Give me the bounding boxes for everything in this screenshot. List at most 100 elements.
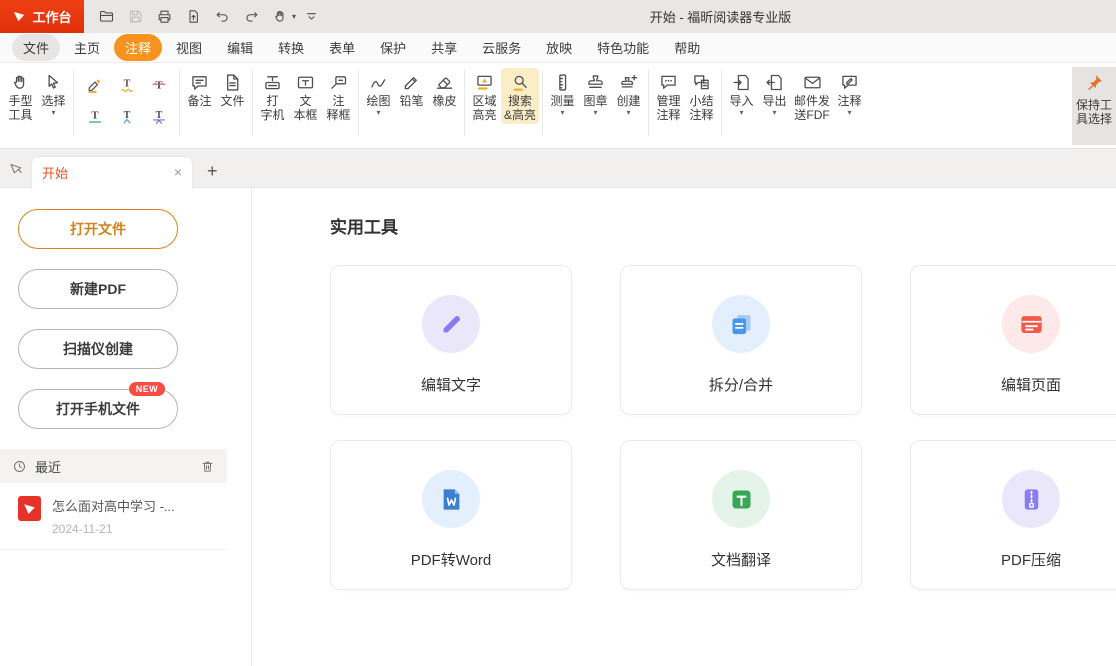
recent-file-item[interactable]: 怎么面对高中学习 -... 2024-11-21 bbox=[0, 483, 227, 550]
ribbon-group-drawing: 绘图 ▾ 铅笔 橡皮 bbox=[362, 68, 461, 119]
underline-icon[interactable]: T bbox=[81, 104, 108, 130]
dropdown-caret-icon: ▾ bbox=[848, 108, 852, 117]
export-icon[interactable] bbox=[179, 4, 207, 29]
ribbon-file-attachment-button[interactable]: 文件 bbox=[216, 68, 249, 110]
menu-featured[interactable]: 特色功能 bbox=[586, 34, 660, 61]
redo-icon[interactable] bbox=[237, 4, 265, 29]
recent-section-header: 最近 bbox=[0, 449, 227, 483]
menu-share[interactable]: 共享 bbox=[420, 34, 468, 61]
insert-text-icon[interactable]: T bbox=[113, 104, 140, 130]
tab-close-icon[interactable]: × bbox=[174, 165, 182, 179]
ribbon-stamp-button[interactable]: 图章 ▾ bbox=[579, 68, 612, 119]
tool-card-edit-text[interactable]: 编辑文字 bbox=[330, 265, 572, 415]
callout-icon bbox=[328, 70, 349, 94]
tool-card-translate[interactable]: 文档翻译 bbox=[620, 440, 862, 590]
trash-icon[interactable] bbox=[200, 459, 215, 474]
menu-form[interactable]: 表单 bbox=[318, 34, 366, 61]
ribbon-measure-button[interactable]: 测量 ▾ bbox=[546, 68, 579, 119]
start-page-icon bbox=[8, 160, 28, 180]
open-folder-icon[interactable] bbox=[92, 4, 120, 29]
hand-icon[interactable] bbox=[266, 4, 294, 29]
ribbon-tab-bar: 文件 主页 注释 视图 编辑 转换 表单 保护 共享 云服务 放映 特色功能 帮… bbox=[0, 33, 1116, 63]
ribbon-import-button[interactable]: 导入 ▾ bbox=[725, 68, 758, 119]
tool-card-split-merge[interactable]: 拆分/合并 bbox=[620, 265, 862, 415]
squiggly-underline-icon[interactable]: T bbox=[113, 72, 140, 98]
ribbon-area-highlight-button[interactable]: 区域高亮 bbox=[468, 68, 501, 124]
svg-text:T: T bbox=[123, 79, 130, 90]
menu-slideshow[interactable]: 放映 bbox=[535, 34, 583, 61]
ribbon-manage-comments-button[interactable]: 管理注释 bbox=[652, 68, 685, 124]
undo-icon[interactable] bbox=[208, 4, 236, 29]
ribbon-drawing-button[interactable]: 绘图 ▾ bbox=[362, 68, 395, 119]
keep-tool-selected-button[interactable]: 保持工具选择 bbox=[1072, 67, 1116, 145]
workspace-button-label: 工作台 bbox=[32, 7, 71, 26]
ribbon-pencil-button[interactable]: 铅笔 bbox=[395, 68, 428, 110]
svg-text:T: T bbox=[155, 110, 162, 121]
edit-pages-icon bbox=[1002, 295, 1060, 353]
quick-access-menu-icon[interactable] bbox=[297, 4, 325, 29]
pencil-icon bbox=[401, 70, 422, 94]
menu-cloud[interactable]: 云服务 bbox=[471, 34, 532, 61]
ribbon-group-stamps: 测量 ▾ 图章 ▾ 创建 ▾ bbox=[546, 68, 645, 119]
print-icon[interactable] bbox=[150, 4, 178, 29]
ribbon-group-import-export: 导入 ▾ 导出 ▾ 邮件发送FDF 注释 ▾ bbox=[725, 68, 866, 124]
replace-text-icon[interactable]: T bbox=[145, 104, 172, 130]
ribbon-summarize-comments-button[interactable]: 小结注释 bbox=[685, 68, 718, 124]
ribbon-divider bbox=[464, 70, 465, 136]
ribbon-toolbar: 手型工具 选择 ▾ T T T bbox=[0, 63, 1116, 149]
ribbon-create-button[interactable]: 创建 ▾ bbox=[612, 68, 645, 119]
ribbon-comments-button[interactable]: 注释 ▾ bbox=[833, 68, 866, 119]
foxit-logo-icon bbox=[12, 9, 27, 24]
save-icon[interactable] bbox=[121, 4, 149, 29]
comments-icon bbox=[839, 70, 860, 94]
clock-icon bbox=[12, 459, 27, 474]
title-bar: 工作台 ▾ bbox=[0, 0, 1116, 33]
manage-comments-icon bbox=[658, 70, 679, 94]
recent-file-name: 怎么面对高中学习 -... bbox=[52, 496, 175, 515]
window-title: 开始 - 福昕阅读器专业版 bbox=[325, 7, 1116, 26]
tool-card-label: 文档翻译 bbox=[711, 549, 771, 570]
menu-view[interactable]: 视图 bbox=[165, 34, 213, 61]
ribbon-search-highlight-button[interactable]: 搜索&高亮 bbox=[501, 68, 539, 124]
new-pdf-button[interactable]: 新建PDF bbox=[18, 269, 178, 309]
ribbon-select-button[interactable]: 选择 ▾ bbox=[37, 68, 70, 119]
menu-comments[interactable]: 注释 bbox=[114, 34, 162, 61]
ribbon-eraser-button[interactable]: 橡皮 bbox=[428, 68, 461, 110]
email-fdf-icon bbox=[802, 70, 823, 94]
ribbon-hand-tool-button[interactable]: 手型工具 bbox=[4, 68, 37, 124]
tool-card-compress[interactable]: PDF压缩 bbox=[910, 440, 1116, 590]
new-tab-button[interactable]: + bbox=[207, 162, 218, 180]
new-badge: NEW bbox=[129, 382, 165, 396]
menu-file[interactable]: 文件 bbox=[12, 34, 60, 61]
tool-card-pdf-to-word[interactable]: PDF转Word bbox=[330, 440, 572, 590]
start-page-body: 打开文件 新建PDF 扫描仪创建 打开手机文件 NEW 最近 bbox=[0, 188, 1116, 666]
area-highlight-icon bbox=[474, 70, 495, 94]
ribbon-textbox-button[interactable]: 文本框 bbox=[289, 68, 322, 124]
ribbon-export-button[interactable]: 导出 ▾ bbox=[758, 68, 791, 119]
ribbon-typewriter-button[interactable]: 打字机 bbox=[256, 68, 289, 124]
ribbon-email-fdf-button[interactable]: 邮件发送FDF bbox=[791, 68, 833, 124]
drawing-icon bbox=[368, 70, 389, 94]
ribbon-note-button[interactable]: 备注 bbox=[183, 68, 216, 110]
pdf-file-icon bbox=[18, 496, 41, 521]
keep-tool-pin-icon bbox=[1084, 72, 1105, 98]
menu-help[interactable]: 帮助 bbox=[663, 34, 711, 61]
menu-home[interactable]: 主页 bbox=[63, 34, 111, 61]
tab-start[interactable]: 开始 × bbox=[31, 156, 193, 188]
menu-edit[interactable]: 编辑 bbox=[216, 34, 264, 61]
highlight-text-icon[interactable] bbox=[81, 72, 108, 98]
workspace-button[interactable]: 工作台 bbox=[0, 0, 84, 33]
ribbon-group-highlight: 区域高亮 搜索&高亮 bbox=[468, 68, 539, 124]
strikeout-icon[interactable]: T bbox=[145, 72, 172, 98]
scanner-create-button[interactable]: 扫描仪创建 bbox=[18, 329, 178, 369]
ribbon-callout-button[interactable]: 注释框 bbox=[322, 68, 355, 124]
tool-card-edit-pages[interactable]: 编辑页面 bbox=[910, 265, 1116, 415]
menu-protect[interactable]: 保护 bbox=[369, 34, 417, 61]
menu-convert[interactable]: 转换 bbox=[267, 34, 315, 61]
ribbon-divider bbox=[542, 70, 543, 136]
open-file-button[interactable]: 打开文件 bbox=[18, 209, 178, 249]
import-comments-icon bbox=[731, 70, 752, 94]
hand-dropdown-caret-icon[interactable]: ▾ bbox=[292, 12, 296, 21]
dropdown-caret-icon: ▾ bbox=[51, 108, 55, 117]
open-mobile-files-button[interactable]: 打开手机文件 NEW bbox=[18, 389, 178, 429]
